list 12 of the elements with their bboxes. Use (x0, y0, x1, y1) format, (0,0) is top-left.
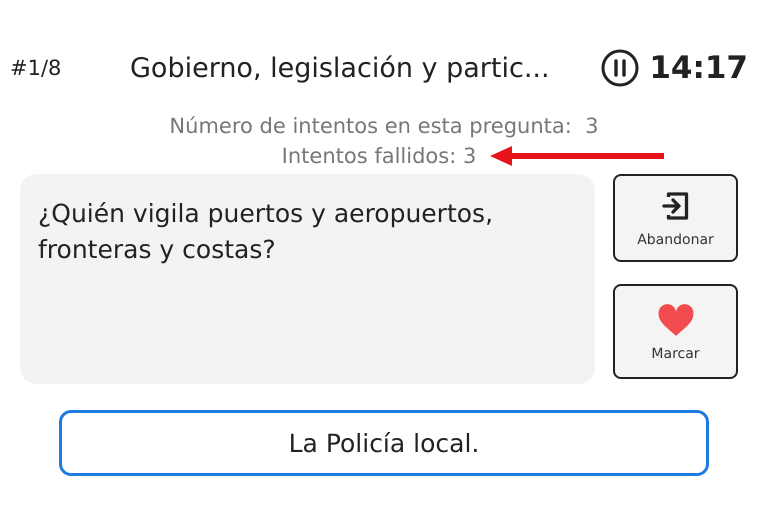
failed-attempts-text: Intentos fallidos: 3 (282, 144, 476, 168)
answer-option[interactable]: La Policía local. (59, 410, 709, 476)
attempts-text: Número de intentos en esta pregunta: 3 (169, 114, 599, 138)
timer: 14:17 (649, 50, 748, 86)
mark-button[interactable]: Marcar (613, 284, 738, 379)
pause-icon[interactable] (601, 49, 640, 87)
question-card: ¿Quién vigila puertos y aeropuertos, fronteras y costas? (20, 174, 595, 384)
category-title: Gobierno, legislación y partic... (130, 52, 551, 84)
question-counter: #1/8 (10, 56, 62, 80)
abandon-button[interactable]: Abandonar (613, 174, 738, 262)
heart-icon (656, 302, 694, 338)
arrow-icon (488, 144, 666, 168)
